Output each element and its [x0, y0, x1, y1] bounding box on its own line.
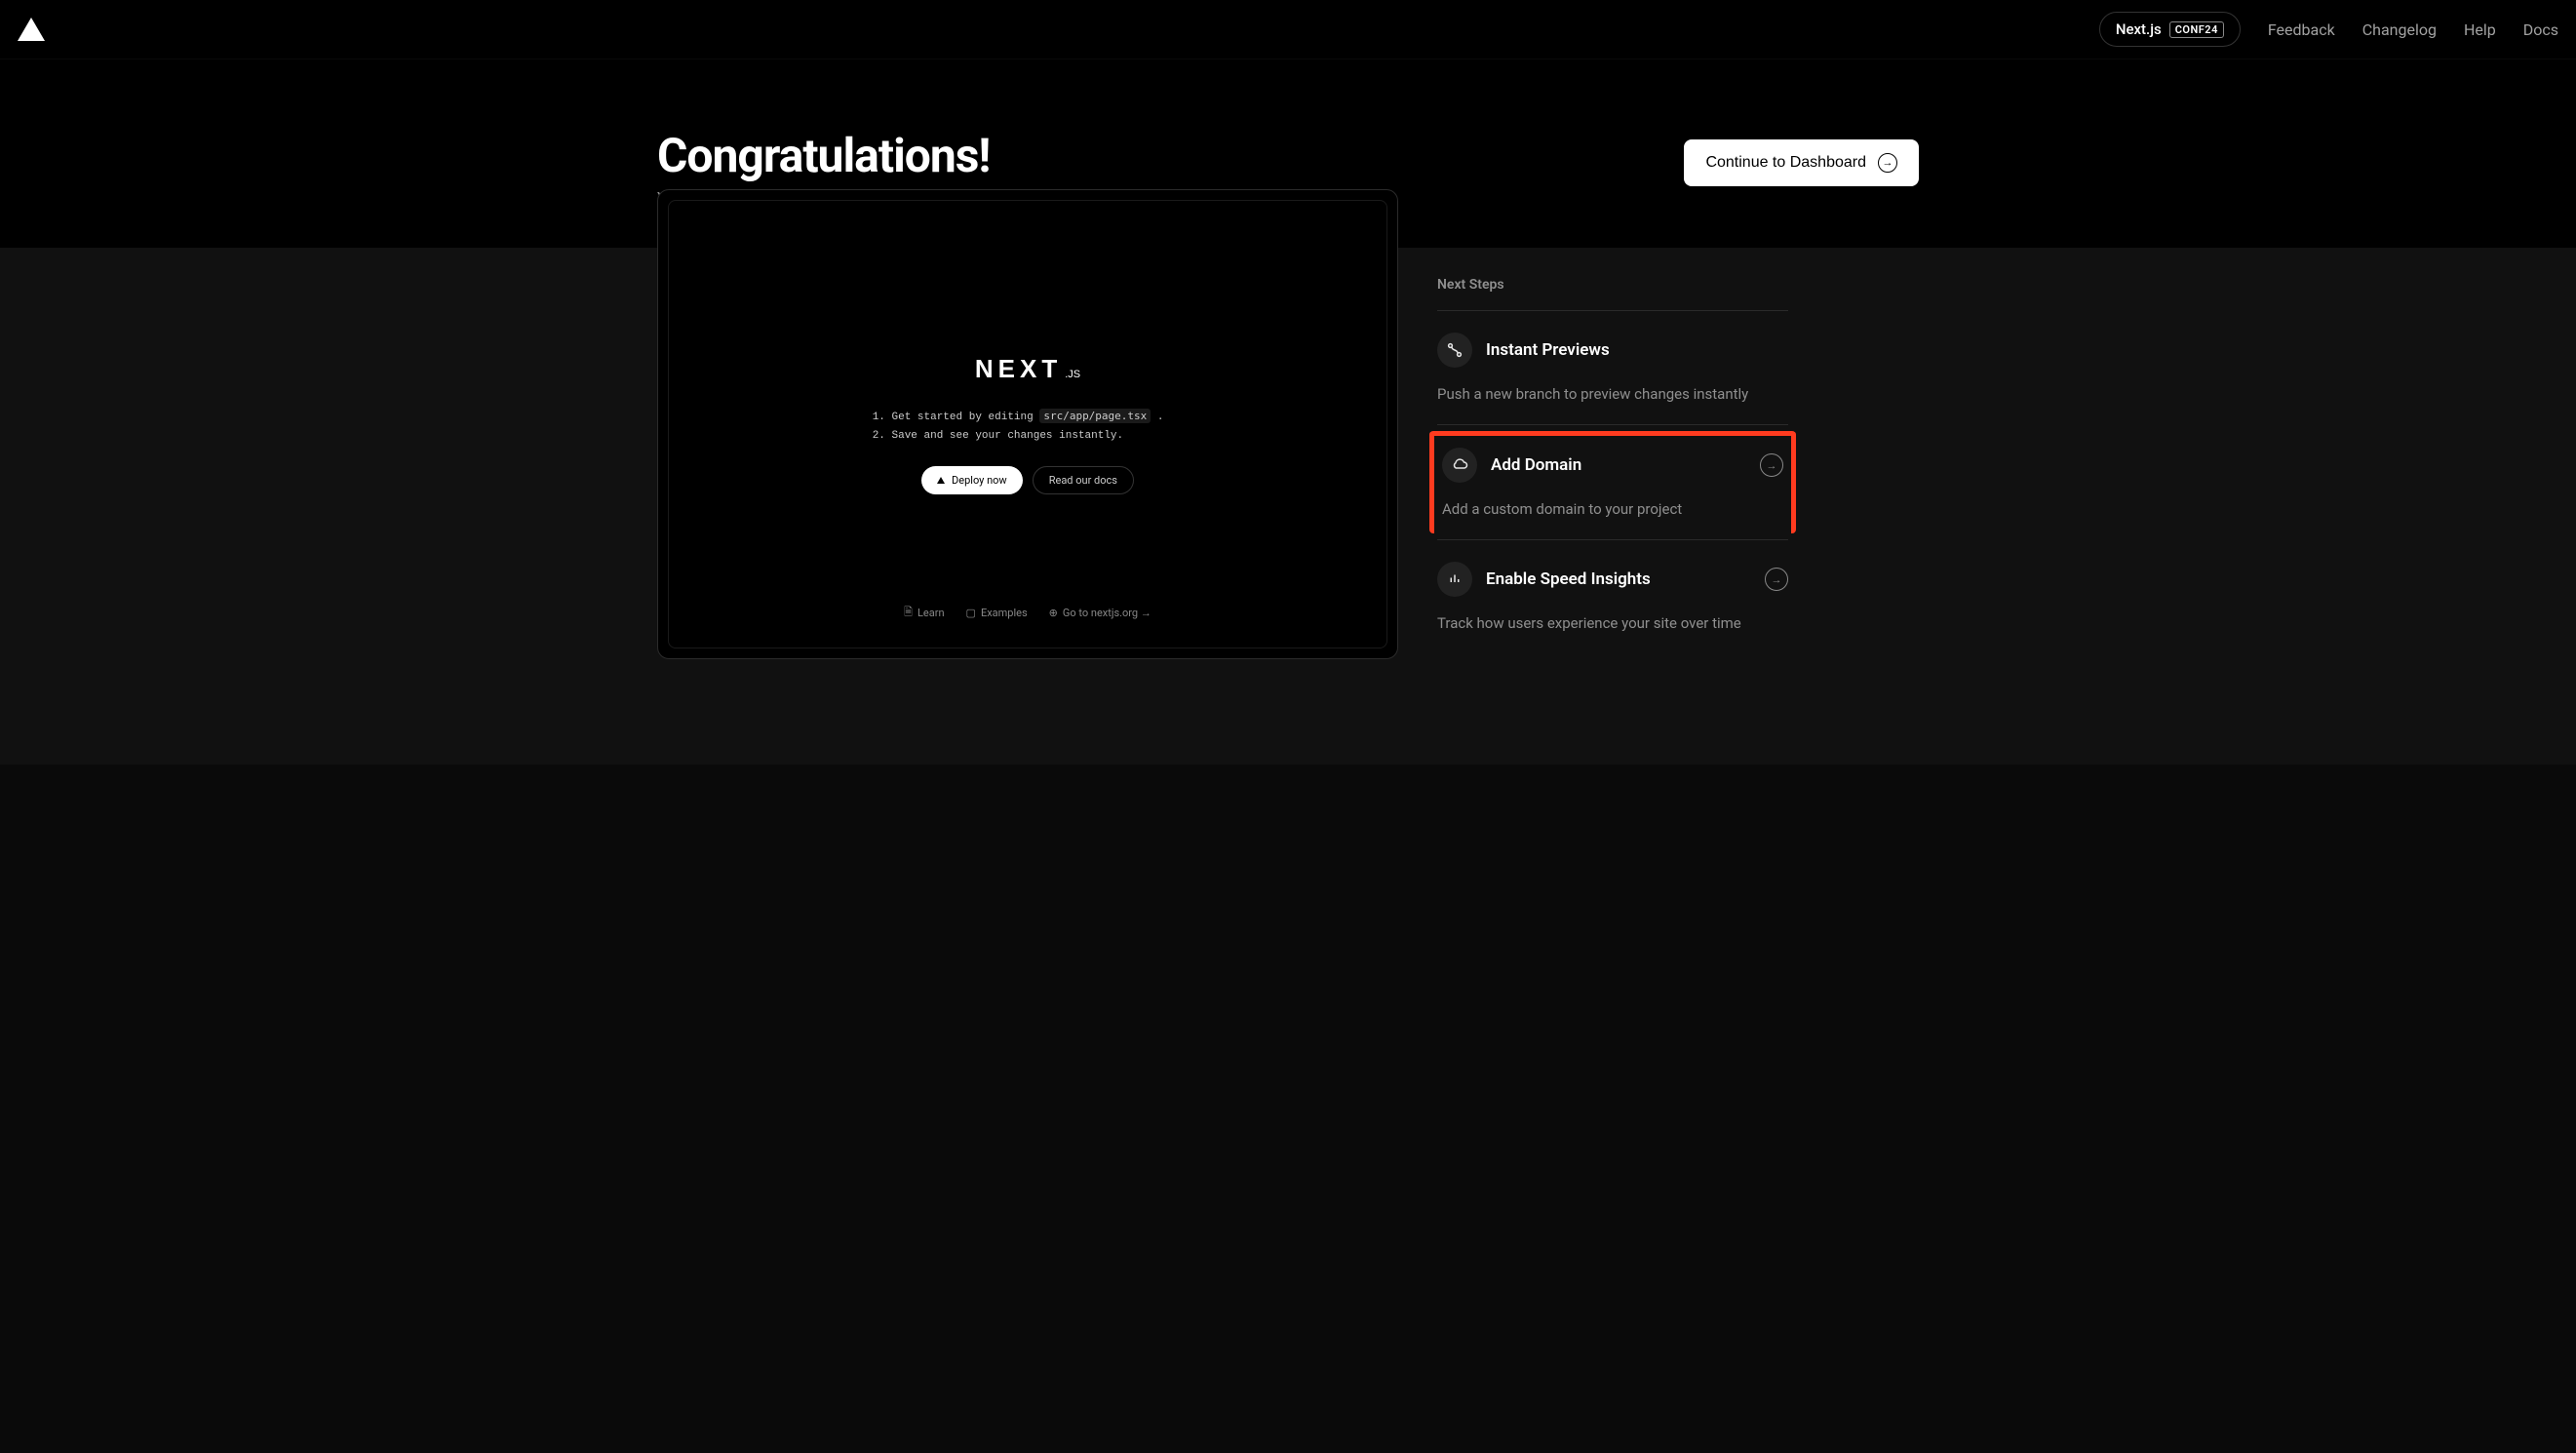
deployment-preview-card[interactable]: NEXT .JS Get started by editing src/app/…	[657, 189, 1398, 659]
step-desc: Track how users experience your site ove…	[1437, 614, 1788, 632]
step-title: Instant Previews	[1486, 340, 1788, 360]
preview-step-1: Get started by editing src/app/page.tsx …	[892, 410, 1164, 423]
step-instant-previews[interactable]: Instant Previews Push a new branch to pr…	[1437, 311, 1788, 425]
bar-chart-icon	[1437, 562, 1472, 597]
step-enable-speed-insights[interactable]: Enable Speed Insights → Track how users …	[1437, 540, 1788, 653]
top-bar: Next.js CONF24 Feedback Changelog Help D…	[0, 0, 2576, 59]
continue-to-dashboard-button[interactable]: Continue to Dashboard →	[1684, 139, 1919, 186]
nav-help[interactable]: Help	[2464, 20, 2496, 39]
vercel-logo[interactable]	[18, 16, 45, 43]
conf-brand: Next.js	[2116, 20, 2162, 38]
nav-feedback[interactable]: Feedback	[2268, 20, 2335, 39]
step-title: Add Domain	[1491, 455, 1746, 475]
preview-docs-button: Read our docs	[1033, 466, 1134, 494]
next-steps-heading: Next Steps	[1437, 277, 1788, 311]
arrow-right-circle-icon: →	[1760, 453, 1783, 477]
branch-icon	[1437, 333, 1472, 368]
document-icon: 🗎	[904, 604, 913, 622]
nav-changelog[interactable]: Changelog	[2362, 20, 2437, 39]
hero-title: Congratulations!	[657, 128, 990, 183]
step-title: Enable Speed Insights	[1486, 569, 1751, 589]
arrow-right-circle-icon: →	[1878, 153, 1897, 173]
preview-footer-links: 🗎Learn ▢Examples ⊕Go to nextjs.org →	[669, 604, 1386, 622]
step-desc: Add a custom domain to your project	[1442, 500, 1783, 518]
preview-step-2: Save and see your changes instantly.	[892, 430, 1164, 442]
dashboard-button-label: Continue to Dashboard	[1705, 154, 1866, 172]
nav-docs[interactable]: Docs	[2523, 20, 2558, 39]
globe-icon: ⊕	[1049, 607, 1058, 619]
vercel-triangle-icon	[937, 477, 945, 484]
top-nav: Feedback Changelog Help Docs	[2268, 20, 2558, 39]
window-icon: ▢	[966, 607, 976, 619]
arrow-right-circle-icon: →	[1765, 568, 1788, 591]
deployment-preview: NEXT .JS Get started by editing src/app/…	[668, 200, 1387, 648]
nextjs-conf-pill[interactable]: Next.js CONF24	[2099, 12, 2241, 47]
conf-badge: CONF24	[2169, 21, 2224, 38]
preview-steps-list: Get started by editing src/app/page.tsx …	[892, 410, 1164, 449]
preview-deploy-button: Deploy now	[921, 466, 1023, 494]
step-add-domain[interactable]: Add Domain → Add a custom domain to your…	[1429, 431, 1796, 533]
preview-footer-goto: ⊕Go to nextjs.org →	[1049, 604, 1151, 622]
nextjs-logo: NEXT .JS	[975, 354, 1080, 384]
cloud-icon	[1442, 448, 1477, 483]
step-desc: Push a new branch to preview changes ins…	[1437, 385, 1788, 403]
next-steps-panel: Next Steps Instant Previews Push a new b…	[1437, 248, 1788, 653]
preview-footer-examples: ▢Examples	[966, 604, 1028, 622]
preview-footer-learn: 🗎Learn	[904, 604, 944, 622]
